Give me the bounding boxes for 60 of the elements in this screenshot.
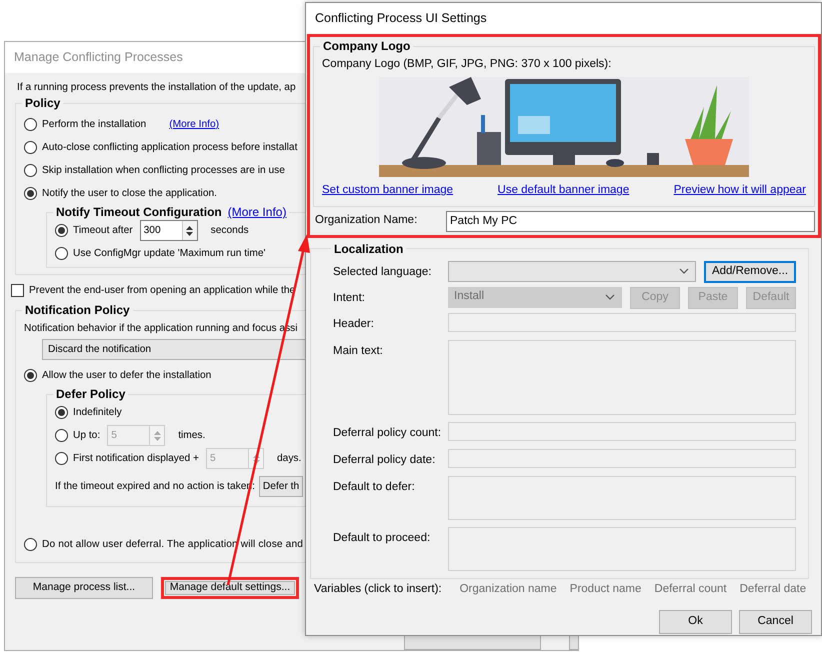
field-label: Deferral policy date: xyxy=(333,453,436,468)
unit-label: seconds xyxy=(210,224,249,238)
radio-label: Perform the installation xyxy=(42,118,146,132)
radio-button[interactable] xyxy=(55,224,68,237)
radio-button[interactable] xyxy=(24,118,37,131)
intro-text: If a running process prevents the installation of the update, ap xyxy=(17,81,297,95)
field-label: Deferral policy count: xyxy=(333,426,442,441)
field-label: Default to defer: xyxy=(333,480,416,496)
dialog-button[interactable]: Manage default settings... xyxy=(161,577,299,600)
dialog-button[interactable]: Add/Remove... xyxy=(704,260,796,282)
dialog-button[interactable]: Cancel xyxy=(739,610,812,634)
group-title: Notify Timeout Configuration xyxy=(56,205,222,219)
radio-button[interactable] xyxy=(24,141,37,154)
group-title: Notification Policy xyxy=(24,303,131,317)
field-label: Header: xyxy=(333,316,375,332)
checkbox[interactable] xyxy=(11,284,24,297)
radio-button[interactable] xyxy=(55,247,68,260)
radio-button[interactable] xyxy=(24,538,37,552)
more-info-link[interactable]: (More Info) xyxy=(169,116,220,132)
spin-buttons[interactable] xyxy=(182,221,197,240)
group-title: Defer Policy xyxy=(55,387,126,402)
radio-label: First notification displayed + xyxy=(73,452,199,466)
group-title: Company Logo xyxy=(322,39,412,53)
caption-text: Company Logo (BMP, GIF, JPG, PNG: 370 x 100 pixels): xyxy=(322,57,612,72)
field-label: Main text: xyxy=(333,344,384,359)
spin-field[interactable]: 300 xyxy=(140,220,198,241)
field-label: Variables (click to insert): xyxy=(314,582,442,598)
unit-label: times. xyxy=(178,429,206,444)
radio-label: Timeout after xyxy=(73,224,133,238)
radio-label: Use ConfigMgr update 'Maximum run time' xyxy=(73,246,266,261)
radio-label: Skip installation when conflicting processes are in use xyxy=(42,164,285,178)
field-label: Organization Name: xyxy=(315,213,418,228)
radio-button[interactable] xyxy=(55,406,68,420)
dialog-button[interactable]: Manage process list... xyxy=(15,577,153,600)
group-title: Localization xyxy=(333,242,404,256)
text-field[interactable]: Patch My PC xyxy=(446,210,815,232)
chevron-icon xyxy=(679,268,689,274)
banner-link[interactable]: Preview how it will appear xyxy=(674,182,806,200)
unit-label: days. xyxy=(277,452,302,466)
window-title: Manage Conflicting Processes xyxy=(14,49,183,66)
radio-label: Indefinitely xyxy=(73,406,122,420)
window-title: Conflicting Process UI Settings xyxy=(315,10,487,28)
radio-label: Auto-close conflicting application process before installat xyxy=(42,140,298,155)
radio-label: Allow the user to defer the installation xyxy=(42,369,212,384)
radio-label: Up to: xyxy=(73,429,100,444)
radio-button[interactable] xyxy=(24,187,37,200)
group-title: Policy xyxy=(24,96,62,110)
banner-link[interactable]: Use default banner image xyxy=(498,182,630,200)
dropdown[interactable]: Defer th xyxy=(258,476,304,497)
field-label: Selected language: xyxy=(333,264,432,280)
field-label: Intent: xyxy=(333,290,366,306)
radio-button[interactable] xyxy=(24,164,37,177)
radio-button[interactable] xyxy=(24,369,37,382)
radio-label: Notify the user to close the application. xyxy=(42,186,217,201)
chevron-icon xyxy=(605,294,615,300)
dialog-button[interactable]: Ok xyxy=(659,610,732,634)
dropdown[interactable]: Discard the notification xyxy=(42,339,306,360)
field-label: Default to proceed: xyxy=(333,531,432,546)
banner-link[interactable]: Set custom banner image xyxy=(322,182,454,200)
more-info-link[interactable]: (More Info) xyxy=(228,205,286,219)
